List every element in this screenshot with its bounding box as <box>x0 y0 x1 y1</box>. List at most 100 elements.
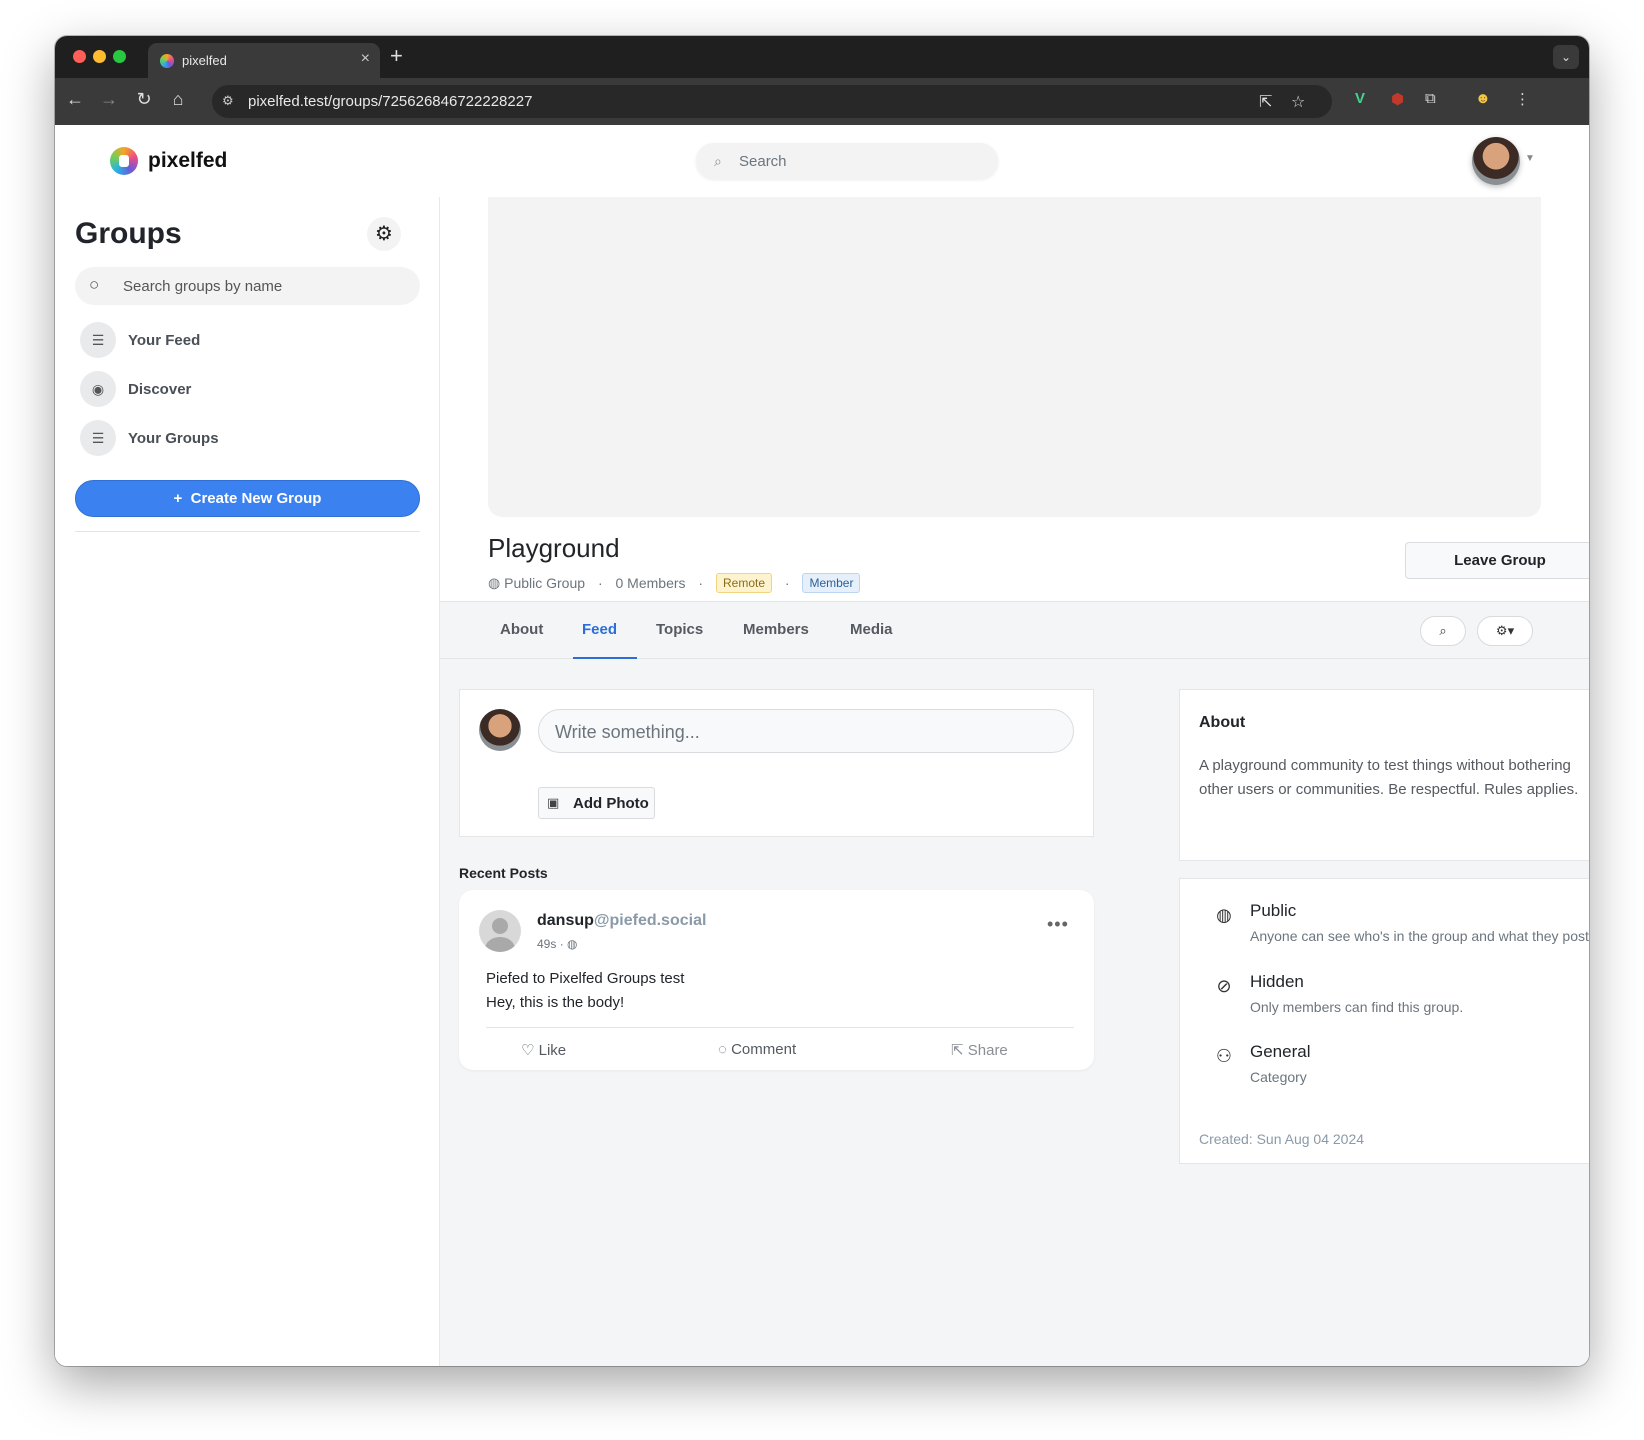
caret-down-icon[interactable]: ▼ <box>1525 153 1535 164</box>
member-badge: Member <box>802 573 861 593</box>
leave-group-button[interactable]: Leave Group <box>1405 542 1589 579</box>
sidebar-item-discover[interactable]: ◉ Discover <box>80 371 420 409</box>
eye-slash-icon: ⊘ <box>1216 976 1232 996</box>
sidebar-item-label: Your Feed <box>128 332 201 349</box>
caret-down-icon: ▾ <box>1507 623 1515 638</box>
browser-window: pixelfed × + ⌄ ← → ↻ ⌂ ⚙ pixelfed.test/g… <box>55 36 1589 1366</box>
create-new-group-button[interactable]: + Create New Group <box>75 480 420 517</box>
search-placeholder: Search <box>739 153 787 170</box>
pixelfed-favicon-icon <box>160 54 174 68</box>
more-options-icon[interactable]: ••• <box>1047 914 1069 935</box>
comment-label: Comment <box>731 1041 797 1058</box>
pixelfed-logo-icon[interactable] <box>110 147 138 175</box>
group-search-placeholder: Search groups by name <box>123 278 283 295</box>
separator-dot: · <box>698 575 704 591</box>
info-title: Public <box>1250 901 1297 920</box>
share-icon: ⇱ <box>951 1042 964 1059</box>
close-tab-icon[interactable]: × <box>361 50 370 68</box>
forward-icon[interactable]: → <box>97 89 121 110</box>
gear-icon: ⚙ <box>1495 623 1508 638</box>
minimize-window-button[interactable] <box>93 50 106 63</box>
bookmark-star-icon[interactable]: ☆ <box>1291 92 1305 112</box>
remote-badge: Remote <box>715 573 773 593</box>
group-info-card: ◍ Public Anyone can see who's in the gro… <box>1179 878 1589 1164</box>
share-label: Share <box>967 1042 1008 1059</box>
reload-icon[interactable]: ↻ <box>132 89 156 110</box>
users-icon: ⚇ <box>1215 1046 1233 1066</box>
search-icon: ⌕ <box>1439 623 1447 638</box>
address-bar[interactable]: ⚙ pixelfed.test/groups/72562684672222822… <box>212 85 1332 118</box>
gear-icon[interactable]: ⚙ <box>367 217 401 251</box>
post-composer: Write something... ▣ Add Photo <box>459 689 1094 837</box>
sidebar-item-your-groups[interactable]: ☰ Your Groups <box>80 420 420 458</box>
group-tabs: About Feed Topics Members Media ⌕ ⚙▾ <box>440 601 1589 659</box>
group-privacy: Public Group <box>504 575 586 591</box>
about-text: A playground community to test things wi… <box>1199 757 1579 798</box>
separator-dot: · <box>784 575 790 591</box>
sidebar-item-label: Discover <box>128 381 192 398</box>
close-window-button[interactable] <box>73 50 86 63</box>
comment-button[interactable]: ◌ Comment <box>718 1041 796 1058</box>
post-author[interactable]: dansup@piefed.social <box>537 912 706 930</box>
group-meta: ◍ Public Group · 0 Members · Remote · Me… <box>488 573 861 593</box>
group-members-count[interactable]: 0 Members <box>616 575 686 591</box>
search-icon: ⌕ <box>714 153 722 169</box>
globe-icon: ◍ <box>567 937 578 951</box>
post-time[interactable]: 49s <box>537 937 556 951</box>
group-title: Playground <box>488 533 620 563</box>
tab-about[interactable]: About <box>500 621 543 638</box>
post-timestamp[interactable]: 49s · ◍ <box>537 937 578 951</box>
post-content: Piefed to Pixelfed Groups test Hey, this… <box>486 967 684 1015</box>
vue-devtools-icon[interactable]: V <box>1355 90 1365 107</box>
user-avatar[interactable] <box>1472 137 1520 185</box>
about-card: About A playground community to test thi… <box>1179 689 1589 861</box>
tab-media[interactable]: Media <box>850 621 893 638</box>
group-search-input[interactable]: ○ Search groups by name <box>75 267 420 305</box>
browser-menu-icon[interactable]: ⋮ <box>1515 90 1530 108</box>
cover-image <box>488 197 1541 517</box>
avatar <box>479 709 521 751</box>
profile-icon[interactable]: ☻ <box>1475 90 1491 107</box>
group-main: Playground ◍ Public Group · 0 Members · … <box>440 197 1589 1366</box>
post-username[interactable]: dansup <box>537 912 594 929</box>
sidebar-item-your-feed[interactable]: ☰ Your Feed <box>80 322 420 360</box>
avatar[interactable] <box>479 910 521 952</box>
maximize-window-button[interactable] <box>113 50 126 63</box>
globe-icon: ◍ <box>488 574 501 591</box>
write-something-input[interactable]: Write something... <box>538 709 1074 753</box>
groups-sidebar: Groups ⚙ ○ Search groups by name ☰ Your … <box>55 197 440 1366</box>
plus-icon: + <box>173 490 183 507</box>
global-search-input[interactable]: ⌕ Search <box>696 143 998 179</box>
browser-tab[interactable]: pixelfed × <box>148 43 380 78</box>
about-heading: About <box>1199 714 1246 731</box>
tab-feed[interactable]: Feed <box>582 621 617 638</box>
back-icon[interactable]: ← <box>63 89 87 110</box>
tab-search-icon[interactable]: ⌄ <box>1553 45 1579 69</box>
share-button[interactable]: ⇱ Share <box>951 1041 1008 1059</box>
post-domain[interactable]: @piefed.social <box>594 912 707 929</box>
search-icon: ○ <box>89 275 100 294</box>
brand-name[interactable]: pixelfed <box>148 149 227 173</box>
url-text[interactable]: pixelfed.test/groups/725626846722228227 <box>248 93 532 110</box>
list-icon: ☰ <box>80 322 116 358</box>
sidebar-item-label: Your Groups <box>128 430 219 447</box>
like-button[interactable]: ♡ Like <box>521 1041 566 1059</box>
group-search-button[interactable]: ⌕ <box>1420 616 1466 646</box>
info-title: Hidden <box>1250 972 1304 991</box>
tab-topics[interactable]: Topics <box>656 621 703 638</box>
recent-posts-heading: Recent Posts <box>459 865 548 881</box>
globe-icon: ◍ <box>1216 905 1232 925</box>
add-photo-button[interactable]: ▣ Add Photo <box>538 787 655 819</box>
post-text: Hey, this is the body! <box>486 994 625 1011</box>
group-settings-dropdown[interactable]: ⚙▾ <box>1477 616 1533 646</box>
home-icon[interactable]: ⌂ <box>166 89 190 110</box>
site-settings-icon[interactable]: ⚙ <box>222 93 240 111</box>
comment-icon: ◌ <box>718 1041 727 1058</box>
new-tab-icon[interactable]: + <box>390 43 403 69</box>
open-external-icon[interactable]: ⇱ <box>1259 92 1272 112</box>
sidebar-title: Groups <box>75 217 182 250</box>
tab-bar: pixelfed × + ⌄ <box>55 36 1589 78</box>
ublock-icon[interactable]: ⬢ <box>1391 90 1404 108</box>
extensions-icon[interactable]: ⧉ <box>1425 90 1436 107</box>
tab-members[interactable]: Members <box>743 621 809 638</box>
